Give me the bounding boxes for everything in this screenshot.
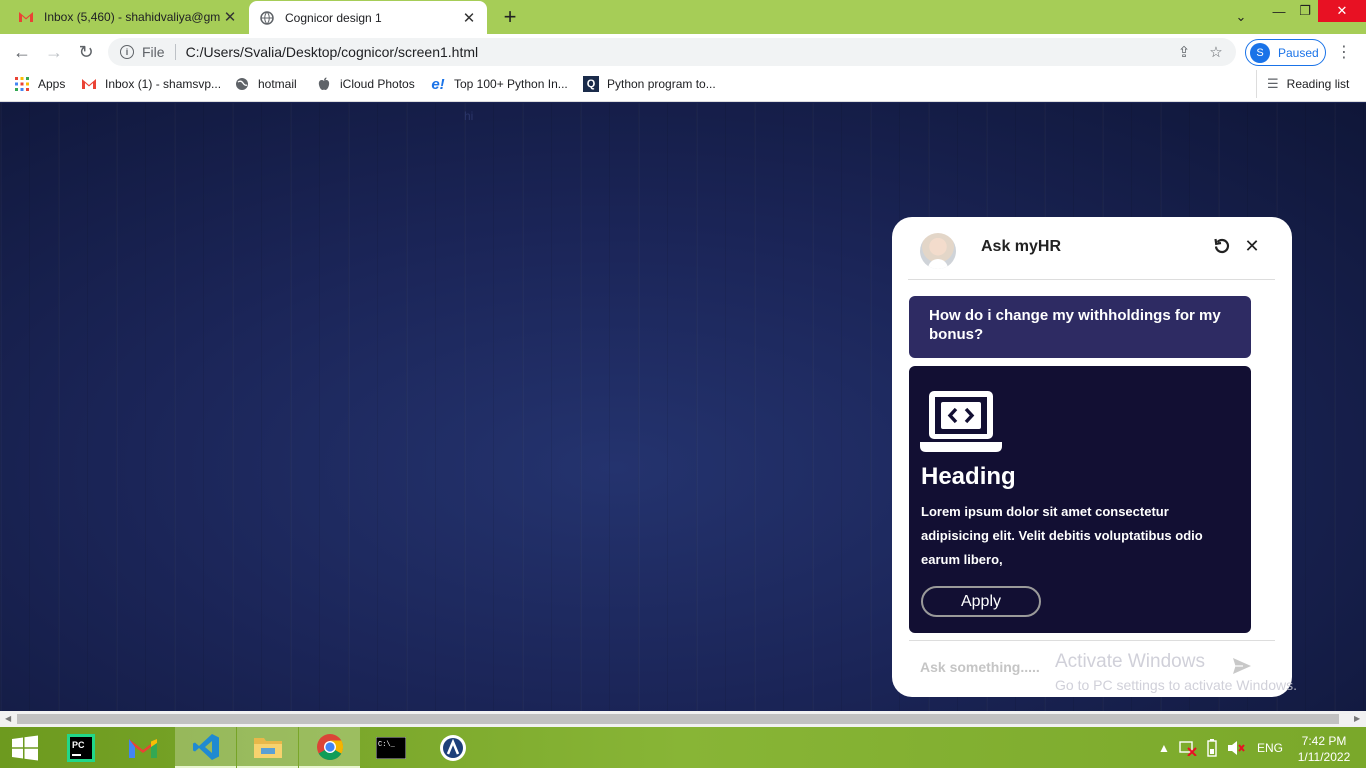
taskbar-clock[interactable]: 7:42 PM 1/11/2022 bbox=[1296, 733, 1352, 765]
show-hidden-icons-icon[interactable]: ▲ bbox=[1158, 727, 1170, 768]
scheme-label: File bbox=[142, 44, 165, 60]
browser-toolbar: ← → ↻ i File C:/Users/Svalia/Desktop/cog… bbox=[0, 34, 1366, 70]
avatar bbox=[920, 233, 956, 269]
star-icon[interactable]: ☆ bbox=[1204, 43, 1228, 61]
card-heading: Heading bbox=[921, 463, 1016, 490]
activate-windows-watermark: Activate Windows Go to PC settings to ac… bbox=[1055, 651, 1297, 693]
tab-title: Cognicor design 1 bbox=[285, 10, 382, 25]
reading-list-label: Reading list bbox=[1286, 77, 1350, 91]
reading-list-button[interactable]: ☰ Reading list bbox=[1256, 70, 1349, 98]
clock-time: 7:42 PM bbox=[1301, 734, 1347, 748]
reload-icon[interactable]: ↻ bbox=[74, 40, 98, 64]
chrome-icon[interactable] bbox=[299, 727, 360, 768]
new-tab-button[interactable]: + bbox=[499, 6, 521, 28]
tab-title: Inbox (5,460) - shahidvaliya@gm bbox=[44, 10, 221, 24]
bookmark-apps[interactable]: Apps bbox=[14, 70, 65, 98]
tab-close-icon[interactable]: ✕ bbox=[461, 9, 477, 27]
file-explorer-icon[interactable] bbox=[237, 727, 298, 768]
watermark-title: Activate Windows bbox=[1055, 651, 1205, 672]
gmail-icon[interactable] bbox=[112, 727, 173, 768]
forward-arrow-icon[interactable]: → bbox=[42, 40, 66, 64]
chat-widget: Ask myHR ✕ How do i change my withholdin… bbox=[892, 217, 1292, 697]
bookmark-label: Apps bbox=[38, 77, 66, 91]
info-icon[interactable]: i bbox=[120, 45, 134, 59]
chat-header: Ask myHR ✕ bbox=[908, 217, 1275, 280]
reading-list-icon: ☰ bbox=[1267, 76, 1279, 91]
scroll-left-arrow-icon[interactable]: ◀ bbox=[5, 714, 11, 723]
svg-text:PC: PC bbox=[72, 740, 85, 750]
battery-icon[interactable] bbox=[1207, 727, 1217, 768]
bookmark-icloud[interactable]: iCloud Photos bbox=[316, 70, 415, 98]
omnibox-divider bbox=[174, 44, 176, 60]
url-text[interactable]: C:/Users/Svalia/Desktop/cognicor/screen1… bbox=[186, 44, 1172, 60]
profile-button[interactable]: S Paused bbox=[1245, 39, 1326, 66]
bookmarks-bar: Apps Inbox (1) - shamsvp... hotmail iClo… bbox=[0, 70, 1366, 102]
globe-icon bbox=[259, 10, 275, 26]
site-logo-icon: Q bbox=[583, 76, 599, 92]
gmail-icon bbox=[18, 9, 34, 25]
watermark-subtitle: Go to PC settings to activate Windows. bbox=[1055, 677, 1297, 693]
vscode-icon[interactable] bbox=[175, 727, 236, 768]
maximize-button[interactable]: ❐ bbox=[1292, 0, 1318, 22]
tab-cognicor[interactable]: Cognicor design 1 ✕ bbox=[249, 1, 487, 34]
command-prompt-icon[interactable]: C:\_ bbox=[360, 727, 421, 768]
bookmark-label: iCloud Photos bbox=[340, 77, 415, 91]
clock-date: 1/11/2022 bbox=[1297, 750, 1351, 764]
pycharm-icon[interactable]: PC bbox=[50, 727, 111, 768]
network-icon[interactable] bbox=[1179, 727, 1197, 768]
apps-grid-icon bbox=[14, 76, 30, 92]
tab-gmail[interactable]: Inbox (5,460) - shahidvaliya@gm ✕ bbox=[8, 0, 248, 34]
bookmark-label: Inbox (1) - shamsvp... bbox=[105, 77, 222, 91]
scrollbar-thumb[interactable] bbox=[17, 714, 1339, 724]
bookmark-hotmail[interactable]: hotmail bbox=[234, 70, 297, 98]
share-icon[interactable]: ⇪ bbox=[1172, 43, 1196, 61]
windows-start-icon[interactable] bbox=[0, 727, 50, 768]
back-arrow-icon[interactable]: ← bbox=[10, 40, 34, 64]
bookmark-python-program[interactable]: Q Python program to... bbox=[583, 70, 716, 98]
minimize-button[interactable]: — bbox=[1266, 0, 1292, 22]
bookmark-inbox[interactable]: Inbox (1) - shamsvp... bbox=[81, 70, 221, 98]
refresh-icon[interactable] bbox=[1212, 236, 1232, 256]
apple-icon bbox=[316, 76, 332, 92]
scroll-right-arrow-icon[interactable]: ▶ bbox=[1354, 714, 1360, 723]
chat-title: Ask myHR bbox=[981, 238, 1062, 255]
profile-status: Paused bbox=[1278, 45, 1319, 60]
bookmark-python-interview[interactable]: e! Top 100+ Python In... bbox=[430, 70, 568, 98]
window-close-button[interactable]: ✕ bbox=[1318, 0, 1366, 22]
more-menu-icon[interactable]: ⋮ bbox=[1336, 42, 1352, 62]
bookmark-label: Top 100+ Python In... bbox=[454, 77, 568, 91]
taskbar: PC C:\_ ▲ ENG 7:42 PM 1/11/2022 bbox=[0, 727, 1366, 768]
address-bar[interactable]: i File C:/Users/Svalia/Desktop/cognicor/… bbox=[108, 38, 1236, 66]
svg-text:C:\_: C:\_ bbox=[378, 741, 396, 749]
app-icon[interactable] bbox=[422, 727, 483, 768]
horizontal-scrollbar[interactable]: ◀ ▶ bbox=[0, 711, 1366, 727]
user-message-bubble: How do i change my withholdings for my b… bbox=[909, 296, 1251, 358]
profile-avatar: S bbox=[1250, 42, 1270, 63]
tab-close-icon[interactable]: ✕ bbox=[222, 8, 238, 26]
hint-text: hi bbox=[464, 109, 474, 123]
edureka-icon: e! bbox=[431, 75, 445, 93]
tab-strip: Inbox (5,460) - shahidvaliya@gm ✕ Cognic… bbox=[0, 0, 1366, 34]
laptop-code-icon bbox=[920, 388, 1002, 454]
tab-search-chevron-icon[interactable]: ⌄ bbox=[1229, 6, 1253, 28]
globe-icon bbox=[234, 76, 250, 92]
volume-muted-icon[interactable] bbox=[1227, 727, 1245, 768]
gmail-icon bbox=[81, 76, 97, 92]
chat-divider bbox=[909, 640, 1275, 641]
bookmark-label: hotmail bbox=[258, 77, 297, 91]
card-body-text: Lorem ipsum dolor sit amet consectetur a… bbox=[921, 504, 1203, 567]
language-indicator[interactable]: ENG bbox=[1257, 727, 1283, 768]
bookmark-label: Python program to... bbox=[607, 77, 716, 91]
page-content: hi Ask myHR ✕ How do i change my withhol… bbox=[0, 103, 1366, 711]
close-icon[interactable]: ✕ bbox=[1242, 236, 1262, 256]
apply-button[interactable]: Apply bbox=[921, 586, 1041, 617]
bot-response-card: Heading Lorem ipsum dolor sit amet conse… bbox=[909, 366, 1251, 633]
